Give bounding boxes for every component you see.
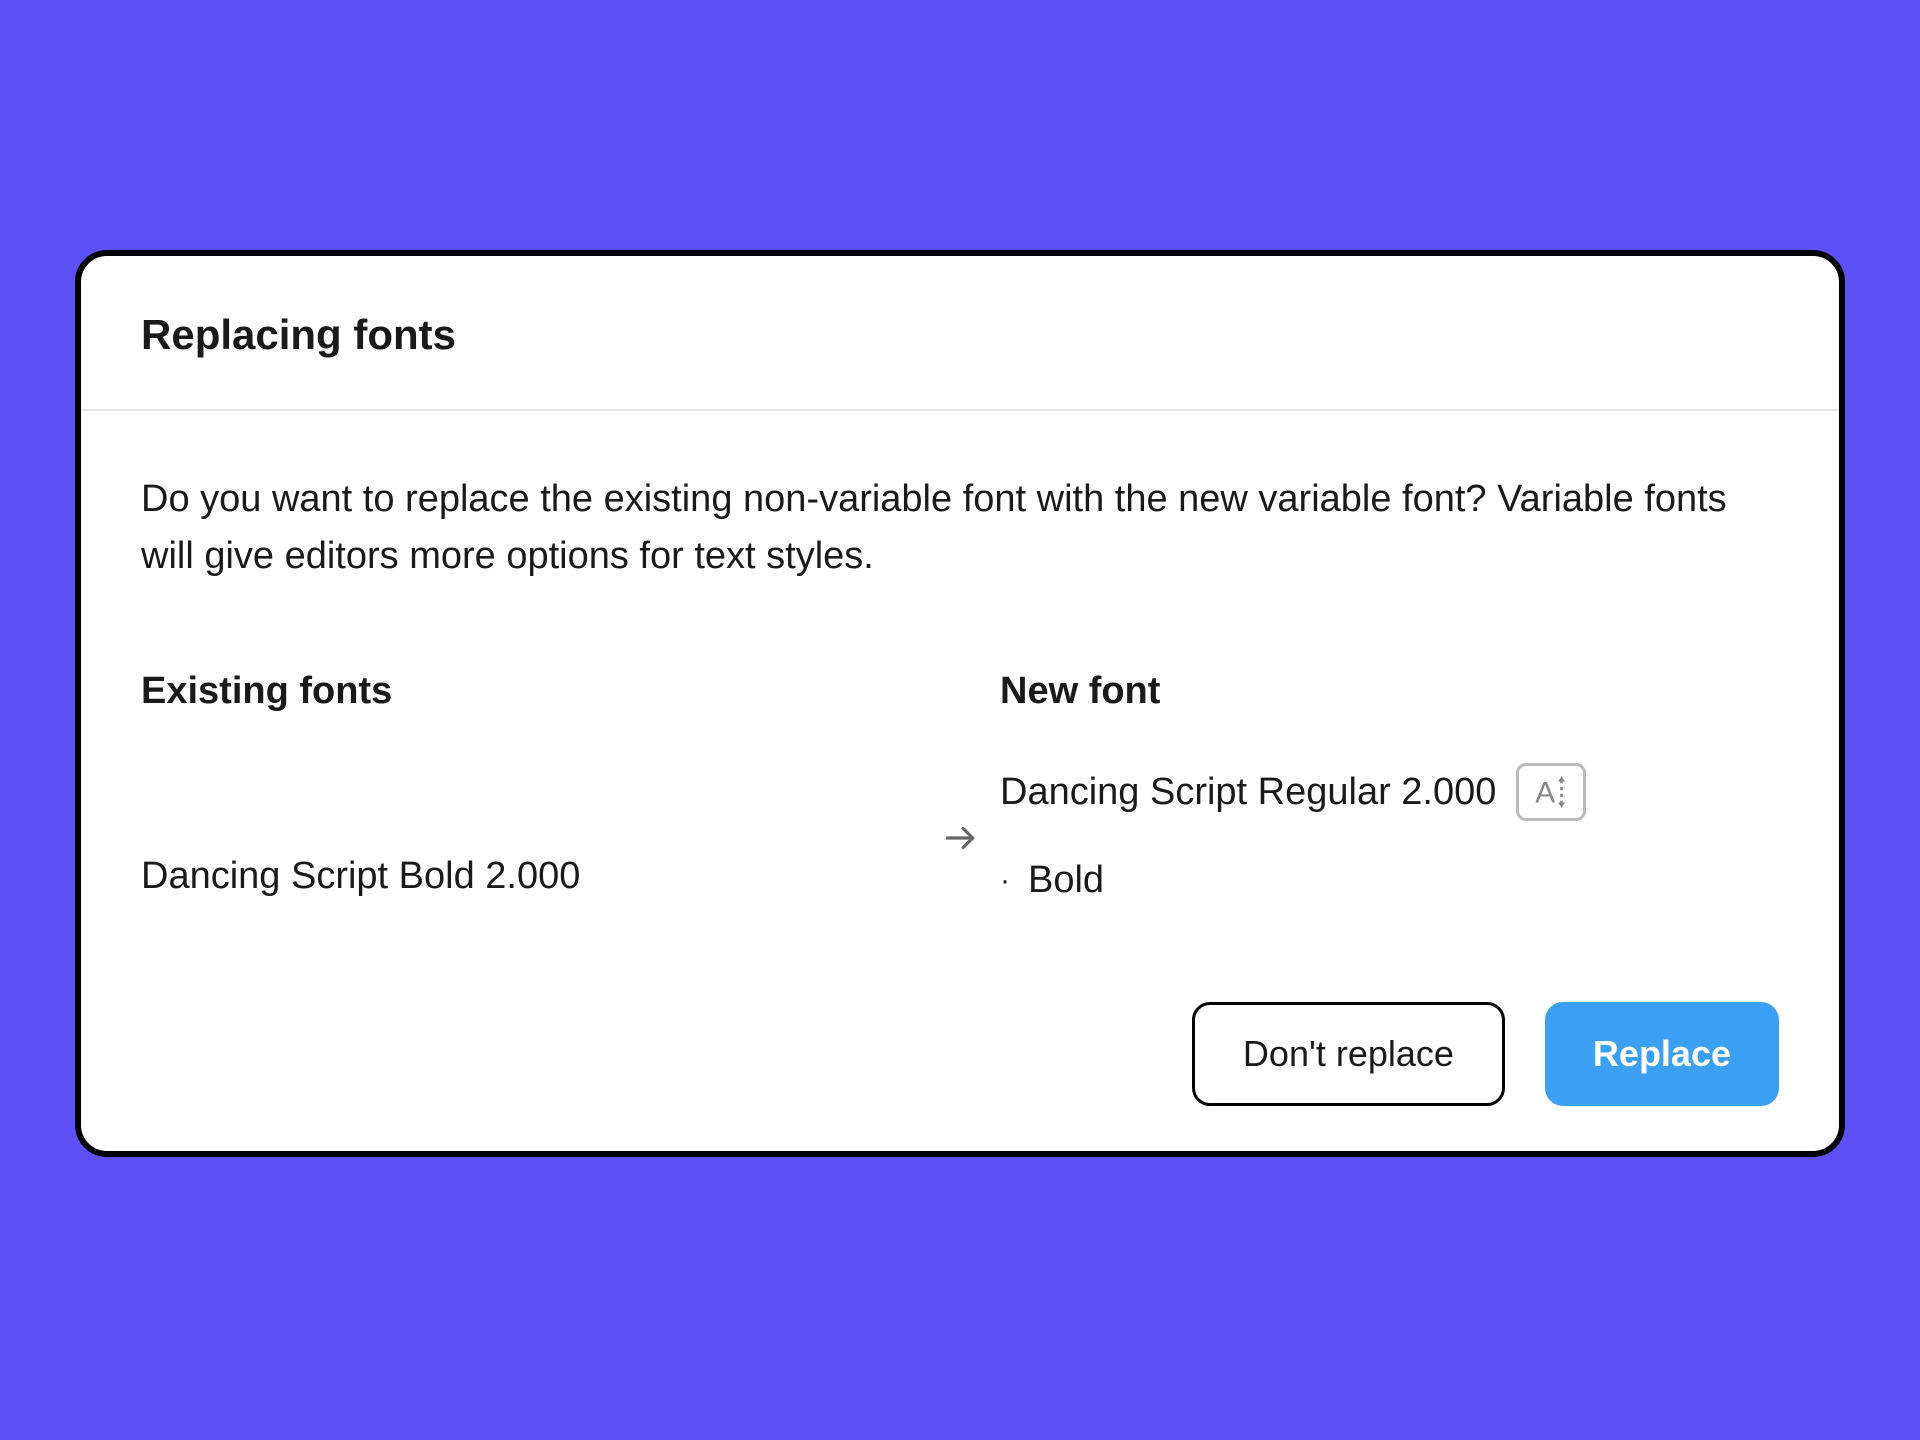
dont-replace-button[interactable]: Don't replace — [1192, 1002, 1505, 1106]
replacing-fonts-dialog: Replacing fonts Do you want to replace t… — [75, 250, 1845, 1157]
dialog-description: Do you want to replace the existing non-… — [141, 471, 1779, 585]
new-font-style-row: · Bold — [1000, 859, 1779, 902]
bullet-icon: · — [1000, 864, 1010, 898]
arrow-right-icon — [920, 727, 1000, 857]
dialog-title: Replacing fonts — [141, 311, 1779, 359]
new-font-heading: New font — [1000, 670, 1779, 713]
replace-button[interactable]: Replace — [1545, 1002, 1779, 1106]
dialog-header: Replacing fonts — [81, 256, 1839, 411]
new-font-name: Dancing Script Regular 2.000 — [1000, 771, 1496, 814]
new-font-style: Bold — [1028, 859, 1104, 902]
svg-text:A: A — [1536, 777, 1556, 810]
dialog-body: Do you want to replace the existing non-… — [81, 411, 1839, 1151]
new-font-name-row: Dancing Script Regular 2.000 A — [1000, 763, 1779, 821]
existing-fonts-column: Existing fonts Dancing Script Bold 2.000 — [141, 670, 920, 898]
existing-font-name: Dancing Script Bold 2.000 — [141, 763, 920, 898]
dialog-footer: Don't replace Replace — [141, 1002, 1779, 1106]
fonts-comparison-grid: Existing fonts Dancing Script Bold 2.000… — [141, 670, 1779, 902]
variable-font-icon: A — [1516, 763, 1586, 821]
new-font-column: New font Dancing Script Regular 2.000 A … — [1000, 670, 1779, 902]
arrow-column — [920, 670, 1000, 857]
existing-fonts-heading: Existing fonts — [141, 670, 920, 713]
